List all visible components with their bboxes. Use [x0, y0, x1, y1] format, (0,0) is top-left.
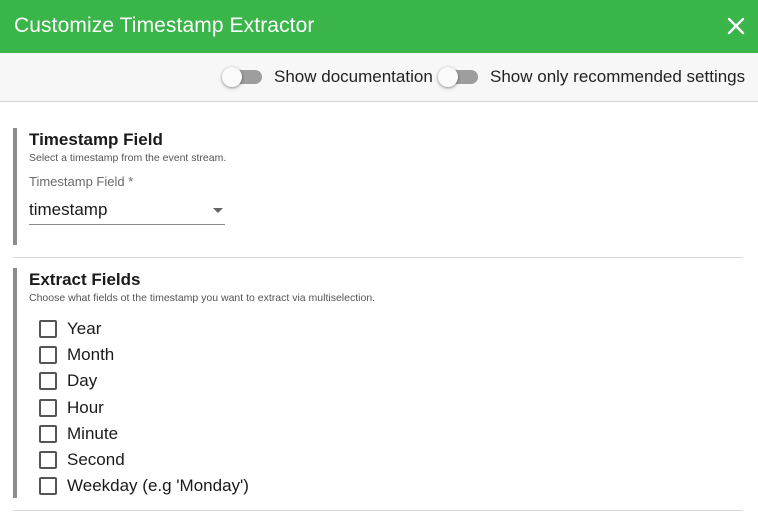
- checkbox-box[interactable]: [39, 320, 57, 339]
- checkbox-box[interactable]: [39, 477, 57, 496]
- checkbox-box[interactable]: [39, 398, 57, 417]
- checkbox-minute[interactable]: Minute: [39, 421, 249, 447]
- timestamp-field-label: Timestamp Field *: [29, 174, 134, 189]
- dialog-title: Customize Timestamp Extractor: [14, 14, 315, 37]
- checkbox-month[interactable]: Month: [39, 342, 249, 368]
- checkbox-weekday[interactable]: Weekday (e.g 'Monday'): [39, 473, 249, 499]
- section-description: Choose what fields ot the timestamp you …: [29, 292, 376, 304]
- checkbox-second[interactable]: Second: [39, 447, 249, 473]
- show-recommended-label: Show only recommended settings: [490, 67, 746, 86]
- checkbox-label: Minute: [67, 423, 119, 443]
- section-divider: [13, 510, 743, 511]
- extract-fields-section: Extract Fields Choose what fields ot the…: [13, 268, 747, 498]
- checkbox-box[interactable]: [39, 451, 57, 470]
- options-bar: Show documentation Show only recommended…: [0, 53, 758, 102]
- dialog-header: Customize Timestamp Extractor: [0, 0, 758, 53]
- dropdown-arrow-icon[interactable]: [213, 208, 223, 213]
- timestamp-field-select[interactable]: timestamp: [29, 198, 225, 225]
- section-description: Select a timestamp from the event stream…: [29, 152, 227, 164]
- toggle-thumb[interactable]: [222, 67, 242, 87]
- toggle-thumb[interactable]: [438, 67, 458, 87]
- show-recommended-toggle[interactable]: Show only recommended settings: [438, 65, 746, 89]
- checkbox-label: Month: [67, 345, 115, 365]
- checkbox-hour[interactable]: Hour: [39, 395, 249, 421]
- checkbox-box[interactable]: [39, 372, 57, 391]
- checkbox-label: Hour: [67, 397, 104, 417]
- checkbox-label: Day: [67, 371, 98, 391]
- toggle-track[interactable]: [222, 67, 262, 87]
- section-title: Extract Fields: [29, 270, 141, 289]
- section-title: Timestamp Field: [29, 130, 163, 149]
- selected-value: timestamp: [29, 200, 108, 219]
- show-documentation-toggle[interactable]: Show documentation: [222, 65, 433, 89]
- toggle-track[interactable]: [438, 67, 478, 87]
- checkbox-year[interactable]: Year: [39, 316, 249, 342]
- checkbox-box[interactable]: [39, 424, 57, 443]
- checkbox-label: Second: [67, 450, 125, 470]
- checkbox-day[interactable]: Day: [39, 368, 249, 394]
- checkbox-label: Year: [67, 319, 102, 339]
- extract-fields-checkbox-list: Year Month Day Hour Minute Second Weekda…: [39, 316, 249, 499]
- checkbox-label: Weekday (e.g 'Monday'): [67, 476, 249, 496]
- show-documentation-label: Show documentation: [274, 67, 433, 86]
- close-icon[interactable]: [724, 14, 748, 38]
- section-divider: [13, 257, 743, 258]
- checkbox-box[interactable]: [39, 346, 57, 365]
- timestamp-field-section: Timestamp Field Select a timestamp from …: [13, 128, 747, 245]
